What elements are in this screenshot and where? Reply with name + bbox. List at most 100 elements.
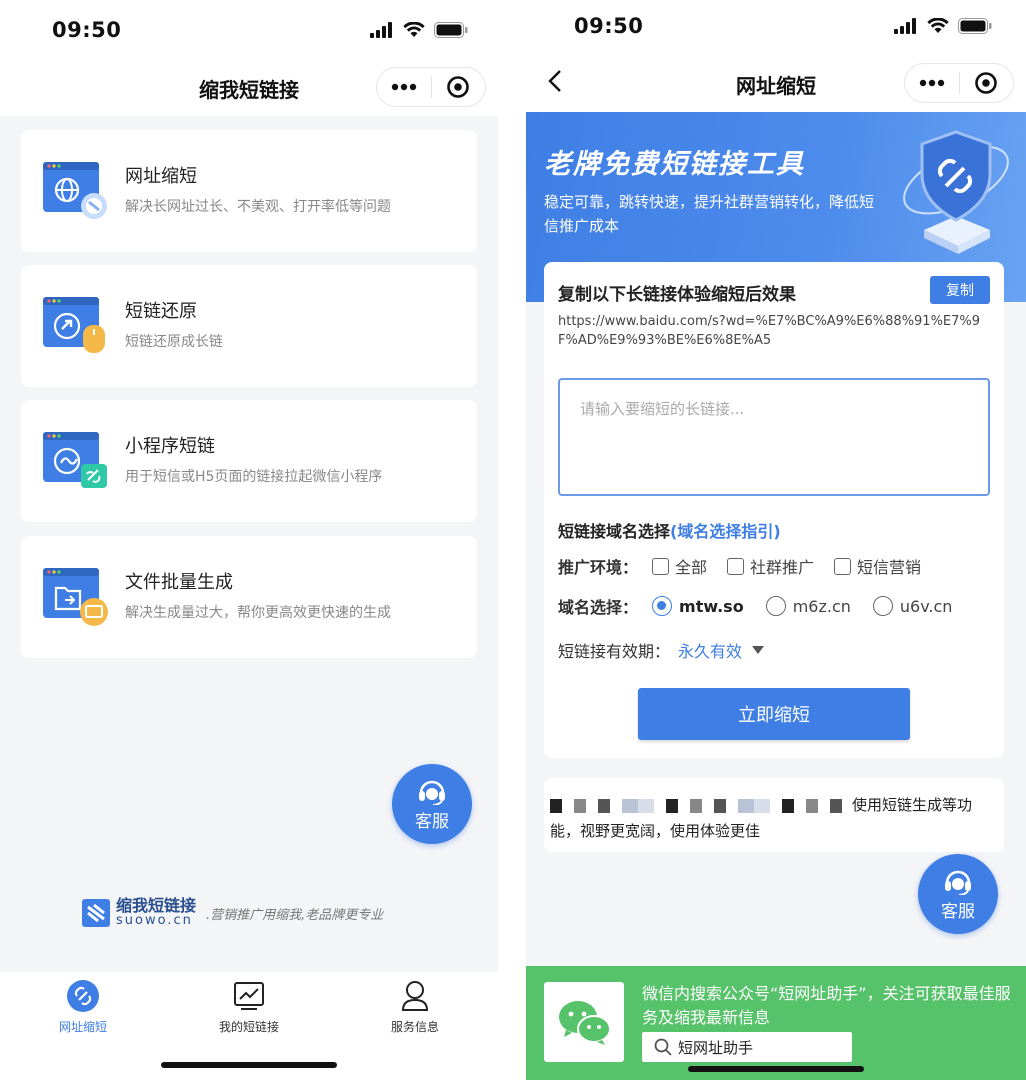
env-row: 推广环境： 全部 社群推广 短信营销 — [558, 554, 921, 578]
shorten-form-panel: 复制以下长链接体验缩短后效果 复制 https://www.baidu.com/… — [544, 262, 1004, 758]
more-button[interactable] — [377, 68, 431, 106]
brand-domain: suowo.cn — [116, 913, 193, 928]
wechat-logo-box — [544, 982, 624, 1062]
validity-dropdown[interactable]: 永久有效 — [678, 638, 742, 662]
radio-selected[interactable] — [652, 596, 673, 616]
search-icon — [654, 1038, 672, 1056]
customer-service-button[interactable]: 客服 — [918, 854, 998, 934]
sample-url: https://www.baidu.com/s?wd=%E7%BC%A9%E6%… — [558, 314, 981, 348]
close-miniprogram-button[interactable] — [432, 68, 486, 106]
home-indicator[interactable] — [161, 1062, 337, 1068]
checkbox[interactable] — [652, 557, 670, 575]
validity-row: 短链接有效期： 永久有效 — [558, 638, 765, 662]
option-label: 全部 — [675, 558, 708, 577]
folder-icon — [43, 568, 108, 626]
nav-bar: 网址缩短 — [526, 58, 1026, 112]
hero-subtitle: 稳定可靠，跳转快速，提升社群营销转化，降低短信推广成本 — [544, 193, 875, 235]
feature-title: 网址缩短 — [125, 166, 197, 187]
env-option-community[interactable]: 社群推广 — [727, 554, 814, 578]
feature-title: 文件批量生成 — [125, 572, 233, 593]
banner-text: 微信内搜索公众号“短网址助手”，关注可获取最佳服务及缩我最新信息 — [642, 984, 1011, 1027]
more-icon — [391, 83, 416, 91]
tab-bar: 网址缩短 我的短链接 服务信息 — [0, 972, 498, 1080]
option-label: u6v.cn — [899, 596, 953, 616]
domain-label: 域名选择： — [558, 598, 639, 617]
shorten-now-button[interactable]: 立即缩短 — [638, 688, 910, 740]
brand-name: 缩我短链接 — [116, 896, 197, 915]
url-shorten-screen: 09:50 网址缩短 老牌免费短链接工具 稳定可靠，跳转快速，提升社群营销转化，… — [526, 0, 1026, 1080]
env-label: 推广环境： — [558, 558, 639, 577]
domain-row: 域名选择： mtw.so m6z.cn u6v.cn — [558, 594, 952, 618]
more-icon — [919, 79, 944, 87]
checkbox[interactable] — [727, 557, 745, 575]
more-button[interactable] — [905, 64, 959, 102]
env-option-all[interactable]: 全部 — [652, 554, 707, 578]
domain-option-u6v[interactable]: u6v.cn — [872, 596, 953, 616]
signal-icon — [894, 18, 916, 34]
domain-section-title: 短链接域名选择(域名选择指引) — [558, 518, 781, 542]
domain-guide-link[interactable]: (域名选择指引) — [670, 522, 781, 541]
copy-section-title: 复制以下长链接体验缩短后效果 — [558, 285, 796, 305]
chart-icon — [234, 982, 264, 1010]
feature-card-miniprogram[interactable]: 小程序短链 用于短信或H5页面的链接拉起微信小程序 — [21, 400, 477, 522]
wifi-icon — [403, 22, 425, 37]
tab-my-links[interactable]: 我的短链接 — [194, 978, 304, 1035]
radio[interactable] — [765, 596, 786, 616]
domain-option-mtw[interactable]: mtw.so — [652, 596, 744, 616]
validity-label: 短链接有效期： — [558, 642, 671, 661]
mini-program-capsule — [376, 67, 486, 107]
feature-card-batch[interactable]: 文件批量生成 解决生成量过大，帮你更高效更快速的生成 — [21, 536, 477, 658]
feature-desc: 用于短信或H5页面的链接拉起微信小程序 — [125, 469, 383, 485]
home-screen: 09:50 缩我短链接 网址缩短 解决长网址过长、不美观、打开率低等问题 短链还… — [0, 0, 498, 1080]
tab-label: 我的短链接 — [218, 1020, 279, 1034]
status-time: 09:50 — [574, 14, 644, 38]
restore-link-icon — [43, 297, 105, 353]
copy-button[interactable]: 复制 — [930, 276, 990, 304]
radio[interactable] — [872, 596, 893, 616]
headset-icon — [419, 780, 445, 805]
wechat-follow-banner: 微信内搜索公众号“短网址助手”，关注可获取最佳服务及缩我最新信息 短网址助手 — [526, 966, 1026, 1080]
feature-card-restore[interactable]: 短链还原 短链还原成长链 — [21, 265, 477, 387]
link-icon — [67, 980, 99, 1012]
status-bar: 09:50 — [526, 0, 1026, 62]
notice-text: 使用短链生成等功能，视野更宽阔，使用体验更佳 — [550, 792, 996, 844]
wechat-icon — [559, 1001, 611, 1045]
signal-icon — [370, 22, 392, 38]
feature-desc: 解决生成量过大，帮你更高效更快速的生成 — [125, 605, 391, 621]
tab-url-shorten[interactable]: 网址缩短 — [28, 978, 138, 1035]
miniprogram-link-icon — [43, 432, 107, 488]
shield-link-icon — [903, 130, 1009, 254]
wifi-icon — [927, 18, 949, 33]
status-icons — [894, 18, 992, 34]
close-miniprogram-button[interactable] — [960, 64, 1014, 102]
mini-program-capsule — [904, 63, 1014, 103]
brand-footer: 缩我短链接 suowo.cn .营销推广用缩我,老品牌更专业 — [82, 898, 383, 928]
long-url-input[interactable]: 请输入要缩短的长链接... — [558, 378, 990, 496]
checkbox[interactable] — [834, 557, 852, 575]
env-option-sms[interactable]: 短信营销 — [834, 554, 921, 578]
feature-title: 短链还原 — [125, 301, 197, 322]
feature-desc: 解决长网址过长、不美观、打开率低等问题 — [125, 199, 391, 215]
option-label: mtw.so — [679, 596, 744, 616]
brand-logo-icon — [82, 899, 110, 927]
feature-title: 小程序短链 — [125, 436, 215, 457]
target-icon — [447, 76, 470, 98]
globe-icon — [43, 162, 107, 219]
option-label: 短信营销 — [857, 558, 922, 577]
feature-desc: 短链还原成长链 — [125, 334, 223, 350]
hero-title: 老牌免费短链接工具 — [544, 149, 805, 180]
feature-card-url-shorten[interactable]: 网址缩短 解决长网址过长、不美观、打开率低等问题 — [21, 130, 477, 252]
search-box[interactable]: 短网址助手 — [642, 1032, 852, 1062]
home-indicator[interactable] — [688, 1066, 864, 1072]
status-bar: 09:50 — [0, 0, 498, 62]
headset-icon — [945, 870, 971, 895]
service-label: 客服 — [415, 811, 449, 832]
tab-service-info[interactable]: 服务信息 — [360, 978, 470, 1035]
nav-bar: 缩我短链接 — [0, 62, 498, 116]
caret-down-icon[interactable] — [752, 646, 765, 654]
redacted-block — [550, 798, 848, 813]
target-icon — [975, 72, 998, 94]
customer-service-button[interactable]: 客服 — [392, 764, 472, 844]
domain-option-m6z[interactable]: m6z.cn — [765, 596, 851, 616]
tab-label: 服务信息 — [390, 1020, 439, 1034]
